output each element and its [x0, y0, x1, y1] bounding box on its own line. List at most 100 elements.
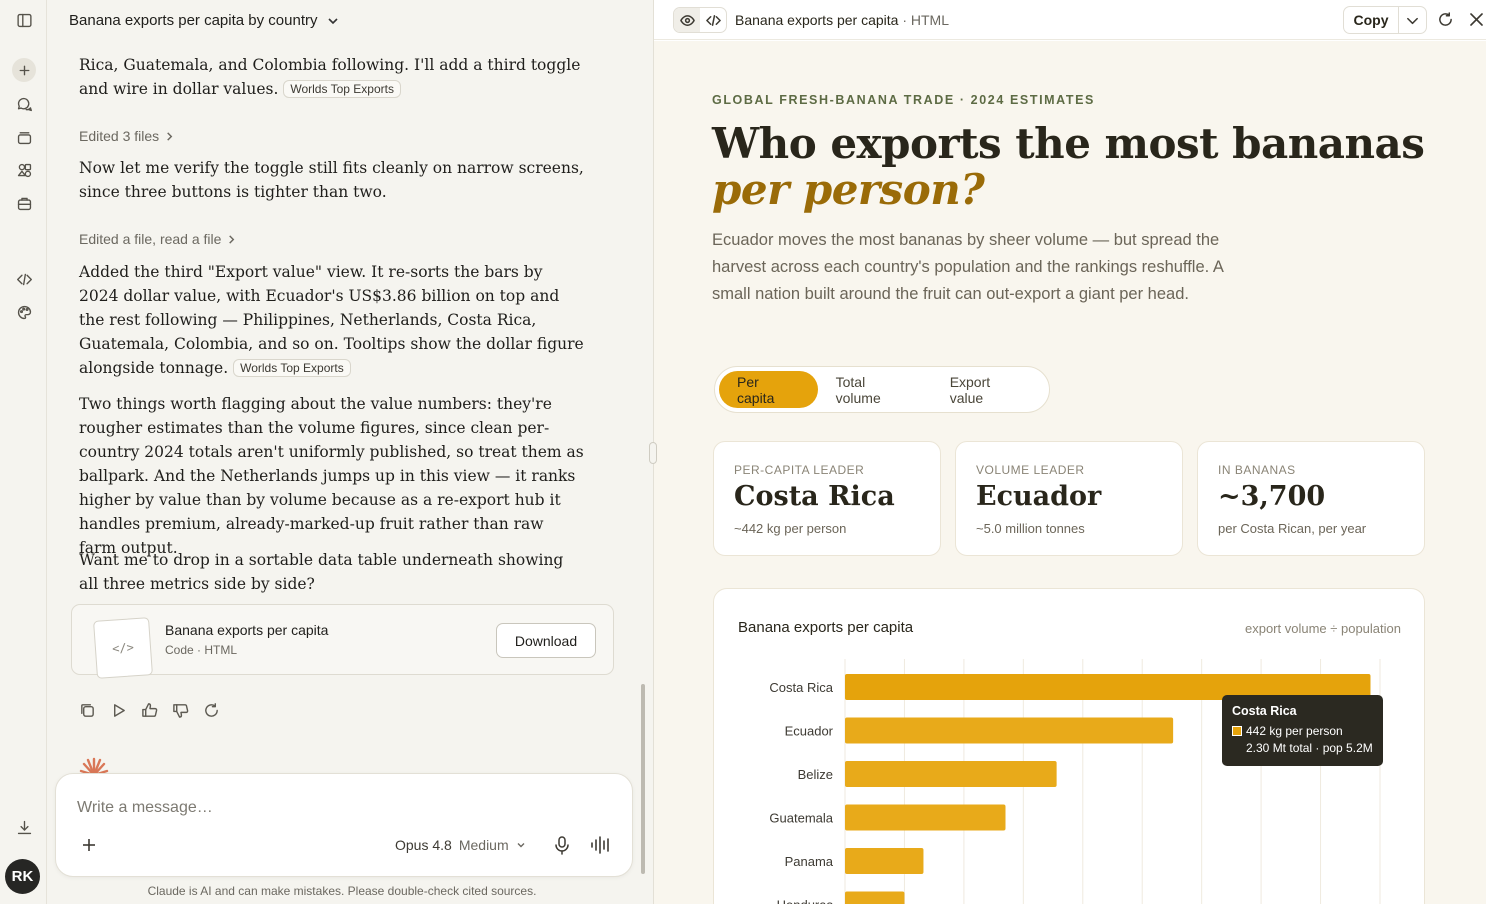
copy-button[interactable]: Copy: [1344, 7, 1399, 33]
icon-rail: RK: [0, 0, 47, 904]
reload-icon[interactable]: [1438, 12, 1453, 27]
tool-summary-label: Edited a file, read a file: [79, 231, 222, 247]
code-tab[interactable]: [700, 8, 726, 32]
chart-title: Banana exports per capita: [738, 619, 914, 636]
message-actions: [79, 702, 220, 719]
assistant-message: Two things worth flagging about the valu…: [79, 395, 584, 557]
assistant-message: Added the third "Export value" view. It …: [79, 260, 584, 380]
stat-sub: ~442 kg per person: [734, 521, 847, 536]
stat-sub: per Costa Rican, per year: [1218, 521, 1367, 536]
category-label: Belize: [798, 767, 833, 782]
citation-chip[interactable]: Worlds Top Exports: [233, 359, 351, 377]
category-label: Honduras: [777, 898, 834, 904]
headline-accent: per person?: [712, 165, 985, 214]
thumbs-down-icon[interactable]: [172, 702, 189, 719]
new-chat-icon[interactable]: [12, 58, 36, 82]
category-label: Costa Rica: [769, 680, 833, 695]
artifact-title-suffix: · HTML: [898, 12, 950, 28]
chevron-right-icon: [229, 234, 235, 244]
chevron-down-icon: [328, 17, 339, 24]
chats-icon[interactable]: [12, 92, 36, 116]
eyebrow: GLOBAL FRESH-BANANA TRADE · 2024 ESTIMAT…: [712, 93, 1095, 107]
stat-sub: ~5.0 million tonnes: [976, 521, 1085, 536]
tooltip-detail: 2.30 Mt total · pop 5.2M: [1246, 741, 1373, 755]
artifact-preview: GLOBAL FRESH-BANANA TRADE · 2024 ESTIMAT…: [654, 41, 1486, 904]
voice-mode-icon[interactable]: [590, 835, 612, 855]
sidebar-toggle-icon[interactable]: [12, 8, 36, 32]
category-label: Guatemala: [769, 811, 833, 826]
chevron-down-icon: [1407, 17, 1418, 24]
tooltip-swatch: [1232, 726, 1242, 736]
play-icon[interactable]: [110, 702, 127, 719]
thumbs-up-icon[interactable]: [141, 702, 158, 719]
user-avatar[interactable]: RK: [5, 859, 40, 894]
artifact-toolbar: Banana exports per capita · HTML Copy: [654, 0, 1486, 40]
palette-icon[interactable]: [12, 300, 36, 324]
message-composer[interactable]: Write a message… Opus 4.8 Medium: [55, 773, 633, 877]
disclaimer: Claude is AI and can make mistakes. Plea…: [147, 884, 537, 898]
chat-pane: Banana exports per capita by country Ric…: [47, 0, 653, 904]
microphone-icon[interactable]: [553, 835, 571, 855]
chart-tooltip: Costa Rica 442 kg per person 2.30 Mt tot…: [1222, 695, 1383, 766]
tool-summary-edited-files[interactable]: Edited 3 files: [79, 128, 174, 144]
model-name: Opus 4.8: [395, 837, 452, 853]
assistant-message: Want me to drop in a sortable data table…: [79, 551, 564, 593]
category-label: Panama: [785, 854, 834, 869]
artifacts-icon[interactable]: [12, 158, 36, 182]
chevron-right-icon: [167, 131, 173, 141]
download-button[interactable]: Download: [496, 623, 596, 658]
copy-button-group: Copy: [1343, 6, 1427, 34]
claude-logo-icon: [79, 757, 109, 775]
message-input[interactable]: Write a message…: [77, 799, 213, 817]
copy-icon[interactable]: [79, 702, 96, 719]
chat-title-menu[interactable]: Banana exports per capita by country: [69, 12, 348, 29]
bar[interactable]: [845, 848, 924, 874]
tool-summary-label: Edited 3 files: [79, 128, 160, 144]
add-attachment-icon[interactable]: [80, 836, 98, 854]
code-file-icon: </>: [93, 617, 153, 679]
stat-card-per-capita: PER-CAPITA LEADER Costa Rica ~442 kg per…: [713, 441, 941, 556]
tooltip-value: 442 kg per person: [1232, 724, 1343, 738]
citation-chip[interactable]: Worlds Top Exports: [283, 80, 401, 98]
tab-per-capita[interactable]: Per capita: [719, 371, 818, 408]
chart-note: export volume ÷ population: [1244, 621, 1401, 636]
bar[interactable]: [845, 804, 1006, 831]
preview-tab[interactable]: [674, 8, 700, 32]
assistant-message: Now let me verify the toggle still fits …: [79, 159, 584, 201]
chevron-down-icon: [517, 843, 525, 848]
artifact-panel: Banana exports per capita · HTML Copy GL…: [653, 0, 1486, 904]
projects-icon[interactable]: [12, 125, 36, 149]
bar[interactable]: [845, 717, 1174, 744]
stat-label: VOLUME LEADER: [976, 463, 1085, 477]
artifact-card[interactable]: </> Banana exports per capita Code · HTM…: [71, 604, 614, 679]
category-label: Ecuador: [785, 724, 834, 739]
chat-title: Banana exports per capita by country: [69, 12, 318, 29]
code-icon[interactable]: [12, 267, 36, 291]
stat-value: Costa Rica: [734, 481, 895, 512]
model-selector[interactable]: Opus 4.8 Medium: [395, 837, 526, 853]
resize-handle[interactable]: [649, 442, 657, 464]
stat-value: Ecuador: [976, 481, 1102, 512]
stat-label: PER-CAPITA LEADER: [734, 463, 865, 477]
stat-value: ~3,700: [1218, 481, 1326, 512]
artifact-type: Code · HTML: [165, 643, 238, 657]
bar[interactable]: [845, 891, 905, 904]
briefcase-icon[interactable]: [12, 191, 36, 215]
retry-icon[interactable]: [203, 702, 220, 719]
metric-toggle: Per capita Total volume Export value: [714, 366, 1050, 413]
tooltip-title: Costa Rica: [1232, 704, 1297, 718]
copy-options-button[interactable]: [1399, 7, 1426, 33]
stat-label: IN BANANAS: [1218, 463, 1296, 477]
tool-summary-edited-read[interactable]: Edited a file, read a file: [79, 231, 236, 247]
stat-card-bananas: IN BANANAS ~3,700 per Costa Rican, per y…: [1197, 441, 1425, 556]
tab-export-value[interactable]: Export value: [932, 371, 1045, 408]
artifact-title: Banana exports per capita · HTML: [735, 12, 949, 28]
tab-total-volume[interactable]: Total volume: [818, 371, 932, 408]
close-icon[interactable]: [1470, 13, 1483, 26]
download-app-icon[interactable]: [12, 815, 36, 839]
chat-scrollbar[interactable]: [641, 684, 645, 874]
effort-level: Medium: [458, 837, 509, 853]
artifact-name: Banana exports per capita: [165, 622, 329, 638]
bar[interactable]: [845, 761, 1057, 787]
code-icon: [705, 14, 721, 26]
